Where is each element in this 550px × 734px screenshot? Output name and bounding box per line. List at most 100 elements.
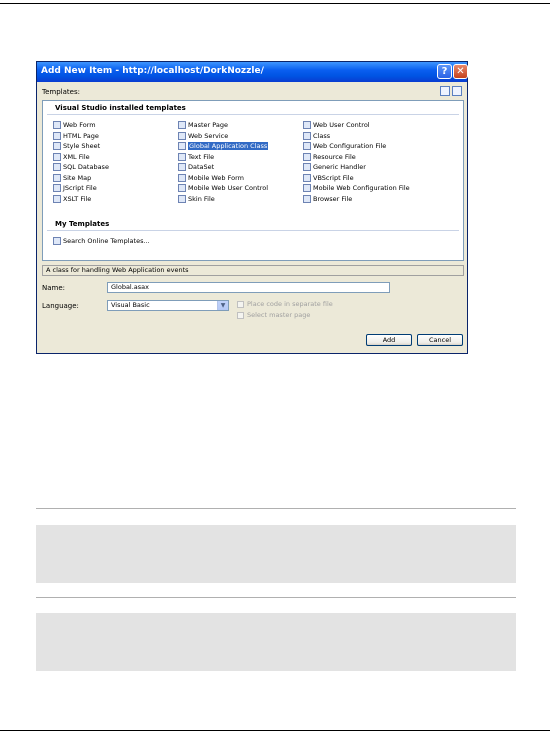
template-item-label: Global Application Class <box>188 142 269 150</box>
template-item[interactable]: Class <box>303 131 331 141</box>
template-item-label: Browser File <box>313 194 353 203</box>
template-item-label: Skin File <box>188 194 215 203</box>
template-item-label: Text File <box>188 152 215 161</box>
large-icons-view-icon[interactable] <box>440 86 450 96</box>
template-item[interactable]: Browser File <box>303 194 353 204</box>
dialog-title: Add New Item - http://localhost/DorkNozz… <box>41 66 264 76</box>
template-icon <box>303 184 311 192</box>
template-item[interactable]: Resource File <box>303 152 356 162</box>
template-item[interactable]: SQL Database <box>53 163 109 172</box>
grey-block <box>36 613 516 671</box>
template-item[interactable]: Web User Control <box>303 121 370 130</box>
template-icon <box>303 142 311 150</box>
template-item[interactable]: Mobile Web Form <box>178 173 244 183</box>
template-item[interactable]: DataSet <box>178 163 214 172</box>
template-icon <box>303 163 311 171</box>
add-new-item-dialog: Add New Item - http://localhost/DorkNozz… <box>36 61 468 354</box>
template-icon <box>178 194 186 203</box>
template-item-label: Style Sheet <box>63 142 101 150</box>
divider <box>36 508 516 509</box>
template-item-label: Generic Handler <box>313 163 366 171</box>
template-item-label: Mobile Web User Control <box>188 184 269 192</box>
group-installed-heading: Visual Studio installed templates <box>55 104 186 112</box>
template-item-label: SQL Database <box>63 163 109 171</box>
template-item[interactable]: JScript File <box>53 184 97 193</box>
template-item-label: Class <box>313 131 331 140</box>
page-bottom-rule <box>0 730 550 731</box>
dialog-titlebar: Add New Item - http://localhost/DorkNozz… <box>37 62 468 82</box>
template-item[interactable]: Web Service <box>178 131 229 141</box>
template-icon <box>178 163 186 171</box>
template-item[interactable]: Web Configuration File <box>303 142 386 151</box>
chevron-down-icon[interactable]: ▼ <box>217 301 228 310</box>
template-icon <box>303 194 311 203</box>
template-icon <box>178 142 186 150</box>
grey-block <box>36 525 516 583</box>
template-icon <box>53 184 61 192</box>
template-item-label: VBScript File <box>313 173 354 182</box>
page-top-rule <box>0 3 550 4</box>
template-icon <box>53 142 61 150</box>
help-icon: ? <box>441 66 448 77</box>
template-item-label: Web Configuration File <box>313 142 387 150</box>
template-icon <box>178 152 186 161</box>
template-item-label: XSLT File <box>63 194 92 203</box>
template-icon <box>53 194 61 203</box>
separate-file-checkbox[interactable] <box>237 301 244 308</box>
separate-file-label: Place code in separate file <box>247 300 333 308</box>
group-divider <box>47 114 459 115</box>
template-item[interactable]: Mobile Web User Control <box>178 184 268 193</box>
template-item[interactable]: Global Application Class <box>178 142 269 151</box>
group-divider <box>47 230 459 231</box>
template-item-label: DataSet <box>188 163 215 171</box>
template-item-label: Mobile Web Form <box>188 173 244 182</box>
template-item-search-online[interactable]: Search Online Templates... <box>53 237 150 246</box>
template-item[interactable]: XSLT File <box>53 194 92 204</box>
template-icon <box>178 131 186 140</box>
name-input[interactable]: Global.asax <box>107 282 390 293</box>
template-icon <box>303 121 311 129</box>
template-item-label: Site Map <box>63 173 92 182</box>
template-icon <box>178 121 186 129</box>
template-item[interactable]: Mobile Web Configuration File <box>303 184 410 193</box>
template-icon <box>178 173 186 182</box>
template-item-label: Web Form <box>63 121 96 129</box>
template-item[interactable]: XML File <box>53 152 90 162</box>
description-bar: A class for handling Web Application eve… <box>42 265 464 276</box>
template-item[interactable]: Text File <box>178 152 215 162</box>
name-label: Name: <box>42 284 66 292</box>
template-item-label: Resource File <box>313 152 356 161</box>
template-item-label: Web Service <box>188 131 229 140</box>
divider <box>36 597 516 598</box>
template-item-label: HTML Page <box>63 131 99 140</box>
language-select[interactable]: Visual Basic ▼ <box>107 300 229 311</box>
template-item[interactable]: Style Sheet <box>53 142 100 151</box>
search-online-icon <box>53 237 61 245</box>
template-item[interactable]: Site Map <box>53 173 92 183</box>
master-page-checkbox[interactable] <box>237 312 244 319</box>
close-button[interactable]: ✕ <box>453 64 468 79</box>
language-label: Language: <box>42 302 79 310</box>
template-item[interactable]: VBScript File <box>303 173 354 183</box>
add-button[interactable]: Add <box>366 334 412 346</box>
template-item[interactable]: Generic Handler <box>303 163 366 172</box>
template-icon <box>303 173 311 182</box>
template-item-label: Master Page <box>188 121 228 129</box>
template-icon <box>53 152 61 161</box>
templates-label: Templates: <box>42 88 80 96</box>
template-icon <box>178 184 186 192</box>
template-item[interactable]: Web Form <box>53 121 96 130</box>
template-item[interactable]: Master Page <box>178 121 228 130</box>
template-icon <box>53 121 61 129</box>
template-item[interactable]: HTML Page <box>53 131 99 141</box>
small-icons-view-icon[interactable] <box>452 86 462 96</box>
template-icon <box>53 163 61 171</box>
templates-list[interactable]: Visual Studio installed templates Web Fo… <box>42 100 464 261</box>
group-my-heading: My Templates <box>55 220 110 228</box>
language-value: Visual Basic <box>111 301 150 309</box>
cancel-button[interactable]: Cancel <box>417 334 463 346</box>
close-icon: ✕ <box>456 66 465 77</box>
template-item[interactable]: Skin File <box>178 194 215 204</box>
master-page-label: Select master page <box>247 311 311 319</box>
help-button[interactable]: ? <box>437 64 452 79</box>
